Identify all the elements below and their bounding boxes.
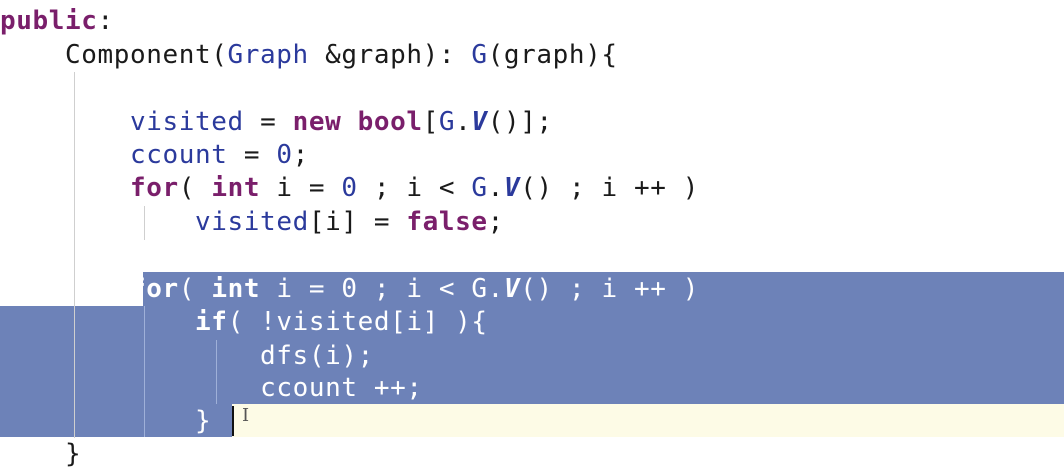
code-line-7: visited[i] = false; — [195, 207, 504, 237]
code-line-4: visited = new bool[G.V()]; — [130, 107, 553, 137]
code-line-6: for( int i = 0 ; i < G.V() ; i ++ ) — [130, 173, 699, 203]
code-line-12: ccount ++; — [260, 373, 423, 403]
ibeam-cursor-icon: I — [242, 405, 250, 426]
code-line-2: Component(Graph &graph): G(graph){ — [0, 40, 618, 70]
code-line-9: for( int i = 0 ; i < G.V() ; i ++ ) — [130, 274, 699, 304]
code-line-1: public: — [0, 6, 114, 36]
code-line-14: } — [0, 439, 82, 469]
code-editor[interactable]: public: Component(Graph &graph): G(graph… — [0, 0, 1064, 476]
current-line-highlight — [232, 404, 1064, 437]
code-line-11: dfs(i); — [0, 341, 374, 371]
code-line-10: if( !visited[i] ){ — [195, 307, 488, 337]
code-line-13: } — [0, 406, 212, 436]
code-line-5: ccount = 0; — [130, 140, 309, 170]
text-caret — [232, 406, 234, 436]
